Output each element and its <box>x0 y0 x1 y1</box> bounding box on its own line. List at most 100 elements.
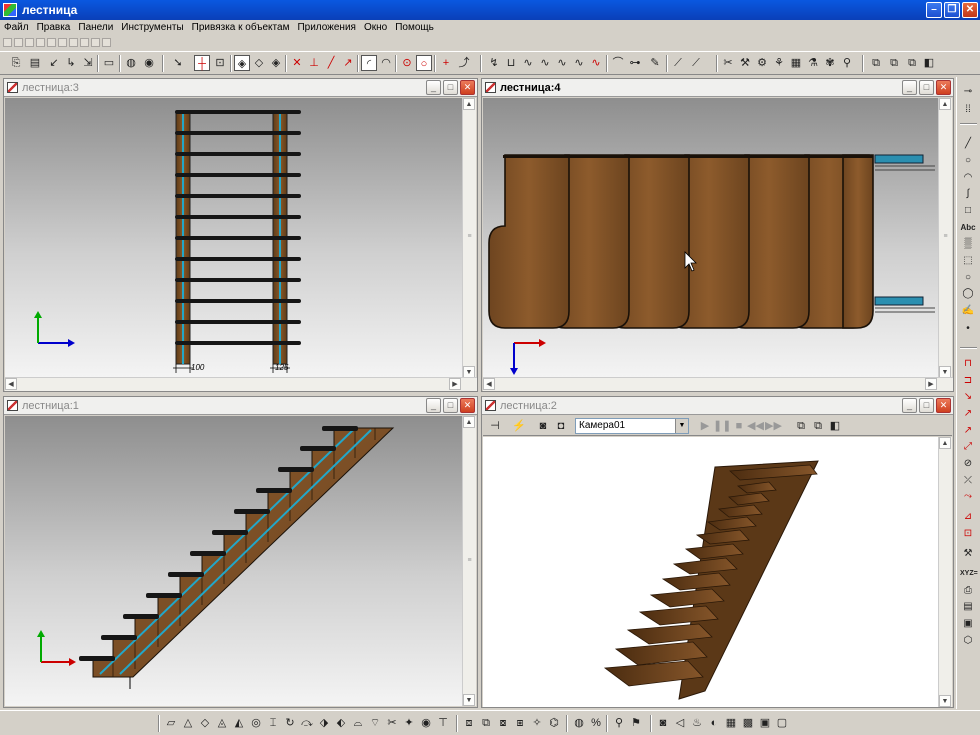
snap-nearest-icon[interactable]: ↗ <box>340 55 356 71</box>
menu-file[interactable]: Файл <box>0 20 33 33</box>
dim-radius-icon[interactable]: ↗ <box>960 407 976 421</box>
vertical-scrollbar[interactable]: ▲ ≡ ▼ <box>938 98 952 378</box>
bool-union-icon[interactable]: ⧈ <box>462 715 476 731</box>
properties-icon[interactable]: ▭ <box>101 55 117 71</box>
dot-grid-icon[interactable]: ⁞⁞ <box>960 103 976 117</box>
viewport-close-button[interactable]: ✕ <box>936 80 951 95</box>
environment-icon[interactable]: ▣ <box>758 715 772 731</box>
modify-tool-7-icon[interactable]: ✾ <box>822 55 838 71</box>
curve-tool-7-icon[interactable]: ∿ <box>588 55 604 71</box>
camera-icon[interactable]: ◙ <box>535 418 551 434</box>
strip-cell[interactable] <box>69 38 78 47</box>
strip-cell[interactable] <box>25 38 34 47</box>
offset-icon[interactable]: ⟋ <box>688 55 704 71</box>
percent-icon[interactable]: % <box>589 715 603 731</box>
fillet-icon[interactable]: ⌒ <box>610 55 626 71</box>
snap-quadrant-icon[interactable]: ◠ <box>378 55 394 71</box>
solid-extrude-icon[interactable]: ⌶ <box>266 715 280 731</box>
dimension-icon[interactable]: ↳ <box>63 55 79 71</box>
coordinates-icon[interactable]: XYZ= <box>960 567 978 581</box>
strip-cell[interactable] <box>102 38 111 47</box>
strip-cell[interactable] <box>91 38 100 47</box>
scroll-thumb[interactable]: ≡ <box>465 554 474 568</box>
solid-torus-icon[interactable]: ◎ <box>249 715 263 731</box>
scroll-up-arrow[interactable]: ▲ <box>463 416 475 428</box>
solid-box-icon[interactable]: ▱ <box>164 715 178 731</box>
solid-sphere-icon[interactable]: ◭ <box>232 715 246 731</box>
modify-tool-5-icon[interactable]: ▦ <box>788 55 804 71</box>
forward-icon[interactable]: ▶▶ <box>765 418 782 434</box>
save-icon[interactable]: ▤ <box>27 55 43 71</box>
restore-button[interactable]: ❐ <box>944 2 960 18</box>
view-box-icon[interactable]: ⧉ <box>793 418 809 434</box>
snap-intersect-icon[interactable]: ✕ <box>289 55 305 71</box>
ellipse-vertical-icon[interactable]: ◯ <box>960 287 976 301</box>
modify-tool-2-icon[interactable]: ⚒ <box>737 55 753 71</box>
dim-ordinate-icon[interactable]: ⊡ <box>960 527 976 541</box>
viewport-front[interactable]: лестница:3 _ □ ✕ 100 125 ▲ ≡ ▼ ◀ ▶ <box>3 78 478 392</box>
curve-tool-5-icon[interactable]: ∿ <box>554 55 570 71</box>
material-icon[interactable]: ▦ <box>724 715 738 731</box>
spotlight-icon[interactable]: ◐ <box>707 715 721 731</box>
dim-leader-icon[interactable]: ⤢ <box>960 440 976 454</box>
scroll-right-arrow[interactable]: ▶ <box>449 378 461 390</box>
viewport-canvas[interactable]: 100 125 <box>5 98 463 378</box>
solid-thicken-icon[interactable]: ⊤ <box>436 715 450 731</box>
modify-tool-4-icon[interactable]: ⚘ <box>771 55 787 71</box>
layers-icon[interactable]: ▤ <box>960 600 976 614</box>
horizontal-scrollbar[interactable]: ◀ ▶ <box>5 377 477 391</box>
scroll-up-arrow[interactable]: ▲ <box>939 437 951 449</box>
scroll-up-arrow[interactable]: ▲ <box>939 98 951 110</box>
snap-arc-icon[interactable]: ◜ <box>361 55 377 71</box>
solid-pyramid-icon[interactable]: ◬ <box>215 715 229 731</box>
snap-circle-center-icon[interactable]: ⊙ <box>399 55 415 71</box>
solid-icon[interactable]: ⬡ <box>960 634 976 648</box>
modify-tool-3-icon[interactable]: ⚙ <box>754 55 770 71</box>
bool-intersect-icon[interactable]: ⧇ <box>496 715 510 731</box>
chevron-down-icon[interactable]: ▼ <box>675 419 688 433</box>
view-front-icon[interactable]: ⧉ <box>868 55 884 71</box>
view-iso-icon[interactable]: ⧉ <box>810 418 826 434</box>
spline-icon[interactable]: ∫ <box>960 187 976 201</box>
camera-settings-icon[interactable]: ◘ <box>553 418 569 434</box>
menu-snap[interactable]: Привязка к объектам <box>188 20 294 33</box>
dim-aligned-icon[interactable]: ⊐ <box>960 374 976 388</box>
curve-tool-3-icon[interactable]: ∿ <box>520 55 536 71</box>
brush-icon[interactable]: ✍ <box>960 304 976 318</box>
select-filter-icon[interactable]: ⇲ <box>80 55 96 71</box>
extend-icon[interactable]: ⟋ <box>670 55 686 71</box>
open-icon[interactable]: ⎘ <box>8 55 24 71</box>
region-icon[interactable]: ⬚ <box>960 254 976 268</box>
bool-sculpt-icon[interactable]: ✧ <box>530 715 544 731</box>
solid-sweep-icon[interactable]: ⤼ <box>300 715 314 731</box>
print-icon[interactable]: ⎙ <box>960 584 976 598</box>
play-icon[interactable]: ▶ <box>697 418 713 434</box>
viewport-maximize-button[interactable]: □ <box>919 398 934 413</box>
viewport-minimize-button[interactable]: _ <box>902 80 917 95</box>
view-iso-icon[interactable]: ⧉ <box>886 55 902 71</box>
light-bulb-icon[interactable]: ♨ <box>690 715 704 731</box>
viewport-canvas[interactable] <box>483 98 939 378</box>
solid-shell-icon[interactable]: ⬖ <box>334 715 348 731</box>
solid-slice-icon[interactable]: ✂ <box>385 715 399 731</box>
scroll-thumb[interactable]: ≡ <box>465 230 474 244</box>
snap-node-icon[interactable]: ⊡ <box>212 55 228 71</box>
solid-cone-icon[interactable]: △ <box>181 715 195 731</box>
vertical-scrollbar[interactable]: ▲ ▼ <box>938 437 952 707</box>
viewport-canvas[interactable] <box>5 416 463 706</box>
snap-perp-icon[interactable]: ⊥ <box>306 55 322 71</box>
stop-icon[interactable]: ■ <box>731 418 747 434</box>
view-box-icon[interactable]: ⧉ <box>904 55 920 71</box>
strip-cell[interactable] <box>58 38 67 47</box>
scroll-thumb[interactable]: ≡ <box>941 230 950 244</box>
scroll-left-arrow[interactable]: ◀ <box>5 378 17 390</box>
scroll-down-arrow[interactable]: ▼ <box>939 695 951 707</box>
snap-point-icon[interactable]: + <box>438 55 454 71</box>
snap-center-icon[interactable]: ◈ <box>268 55 284 71</box>
strip-cell[interactable] <box>3 38 12 47</box>
dim-angle-icon[interactable]: ↘ <box>960 390 976 404</box>
modify-tool-8-icon[interactable]: ⚲ <box>839 55 855 71</box>
trim-icon[interactable]: ✎ <box>647 55 663 71</box>
bool-subtract-icon[interactable]: ⧉ <box>479 715 493 731</box>
viewport-side[interactable]: лестница:1 _ □ ✕ ▲ ≡ ▼ <box>3 396 478 708</box>
